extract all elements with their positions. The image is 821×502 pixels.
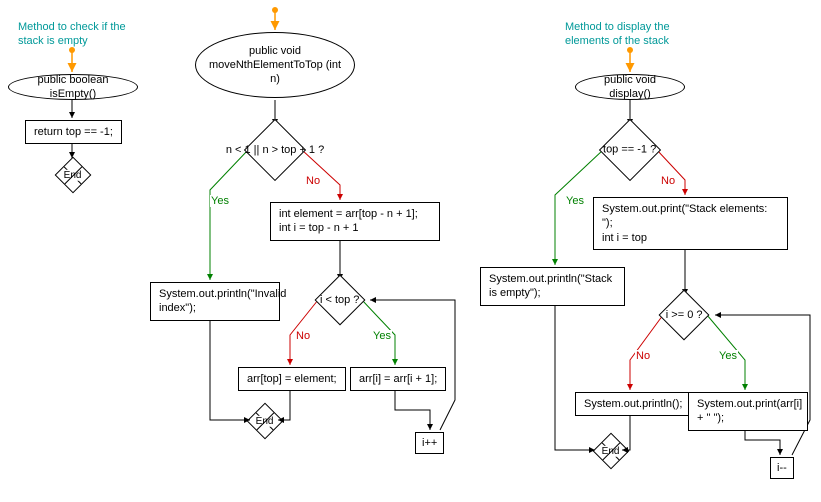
stmt-invalid-index: System.out.println("Invalid index"); bbox=[150, 282, 280, 321]
stmt-println: System.out.println(); bbox=[575, 392, 691, 416]
stmt-i-inc: i++ bbox=[415, 432, 444, 454]
cond-n-range: n < 1 || n > top + 1 ? bbox=[244, 119, 306, 181]
start-isempty: public boolean isEmpty() bbox=[8, 74, 138, 100]
end-moventh: End bbox=[247, 403, 284, 440]
stmt-arr-shift: arr[i] = arr[i + 1]; bbox=[350, 367, 446, 391]
end-display: End bbox=[593, 433, 630, 470]
label-no-4: No bbox=[635, 350, 651, 362]
stmt-print-arr: System.out.print(arr[i] + " "); bbox=[688, 392, 808, 431]
start-moventh: public void moveNthElementToTop (int n) bbox=[195, 32, 355, 98]
label-yes-3: Yes bbox=[565, 195, 585, 207]
cond-i-lt-top: i < top ? bbox=[315, 275, 366, 326]
caption-isempty: Method to check if the stack is empty bbox=[18, 20, 148, 49]
stmt-return-top: return top == -1; bbox=[25, 120, 122, 144]
stmt-i-dec: i-- bbox=[770, 457, 794, 479]
label-no-2: No bbox=[295, 330, 311, 342]
cond-i-ge-0: i >= 0 ? bbox=[659, 290, 710, 341]
label-no-3: No bbox=[660, 175, 676, 187]
caption-display: Method to display the elements of the st… bbox=[565, 20, 705, 49]
cond-top-neg1: top == -1 ? bbox=[599, 119, 661, 181]
end-isempty: End bbox=[55, 157, 92, 194]
stmt-stack-empty: System.out.println("Stack is empty"); bbox=[480, 267, 625, 306]
label-yes-1: Yes bbox=[210, 195, 230, 207]
stmt-element-assign: int element = arr[top - n + 1]; int i = … bbox=[270, 202, 440, 241]
stmt-stack-elements: System.out.print("Stack elements: "); in… bbox=[593, 197, 788, 250]
start-display: public void display() bbox=[575, 74, 685, 100]
label-yes-4: Yes bbox=[718, 350, 738, 362]
label-no-1: No bbox=[305, 175, 321, 187]
stmt-arr-top-assign: arr[top] = element; bbox=[238, 367, 346, 391]
label-yes-2: Yes bbox=[372, 330, 392, 342]
